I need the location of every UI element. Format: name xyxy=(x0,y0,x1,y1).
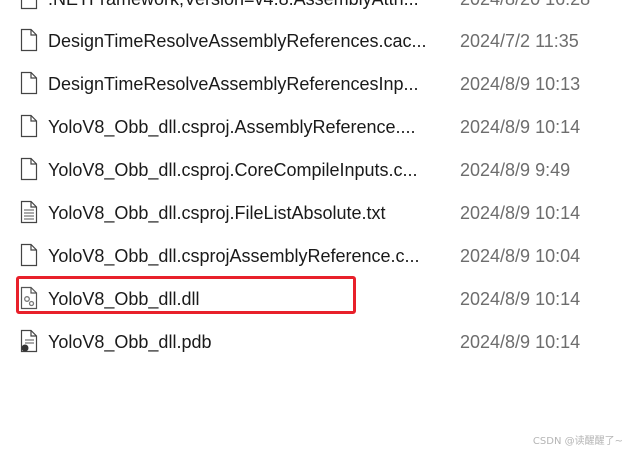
file-icon xyxy=(20,28,38,52)
file-date: 2024/8/9 10:14 xyxy=(460,332,581,352)
file-list: .NETFramework,Version=v4.8.AssemblyAttri… xyxy=(0,0,631,453)
file-date: 2024/7/2 11:35 xyxy=(460,31,579,51)
file-icon xyxy=(20,157,38,181)
file-row[interactable]: YoloV8_Obb_dll.csproj.AssemblyReference.… xyxy=(0,106,631,149)
file-row[interactable]: YoloV8_Obb_dll.csproj.CoreCompileInputs.… xyxy=(0,149,631,192)
file-row[interactable]: DesignTimeResolveAssemblyReferencesInp..… xyxy=(0,63,631,106)
file-row[interactable]: YoloV8_Obb_dll.pdb 2024/8/9 10:14 xyxy=(0,321,631,364)
file-name: YoloV8_Obb_dll.csproj.FileListAbsolute.t… xyxy=(48,203,386,223)
file-name: YoloV8_Obb_dll.csprojAssemblyReference.c… xyxy=(48,246,420,266)
watermark: CSDN @读醒醒了~ xyxy=(532,436,623,447)
file-date: 2024/8/9 10:14 xyxy=(460,203,581,223)
file-date: 2024/8/9 10:13 xyxy=(460,74,581,94)
highlight-box xyxy=(16,276,356,314)
file-icon xyxy=(20,114,38,138)
file-date: 2024/8/9 9:49 xyxy=(460,160,571,180)
file-date: 2024/8/20 16:28 xyxy=(460,0,590,11)
text-file-icon xyxy=(20,200,38,224)
file-icon xyxy=(20,0,38,10)
file-icon xyxy=(20,243,38,267)
file-name: YoloV8_Obb_dll.csproj.CoreCompileInputs.… xyxy=(48,160,418,180)
file-name: .NETFramework,Version=v4.8.AssemblyAttri… xyxy=(48,0,440,11)
file-name: DesignTimeResolveAssemblyReferences.cac.… xyxy=(48,31,427,51)
file-name: YoloV8_Obb_dll.pdb xyxy=(48,332,212,352)
file-row[interactable]: YoloV8_Obb_dll.csproj.FileListAbsolute.t… xyxy=(0,192,631,235)
file-name: YoloV8_Obb_dll.csproj.AssemblyReference.… xyxy=(48,117,416,137)
file-date: 2024/8/9 10:14 xyxy=(460,289,581,309)
file-row[interactable]: DesignTimeResolveAssemblyReferences.cac.… xyxy=(0,20,631,63)
pdb-file-icon xyxy=(20,329,38,353)
file-name: DesignTimeResolveAssemblyReferencesInp..… xyxy=(48,74,419,94)
file-icon xyxy=(20,71,38,95)
file-row[interactable]: YoloV8_Obb_dll.csprojAssemblyReference.c… xyxy=(0,235,631,278)
file-date: 2024/8/9 10:14 xyxy=(460,117,581,137)
file-date: 2024/8/9 10:04 xyxy=(460,246,581,266)
file-row[interactable]: .NETFramework,Version=v4.8.AssemblyAttri… xyxy=(0,0,631,21)
